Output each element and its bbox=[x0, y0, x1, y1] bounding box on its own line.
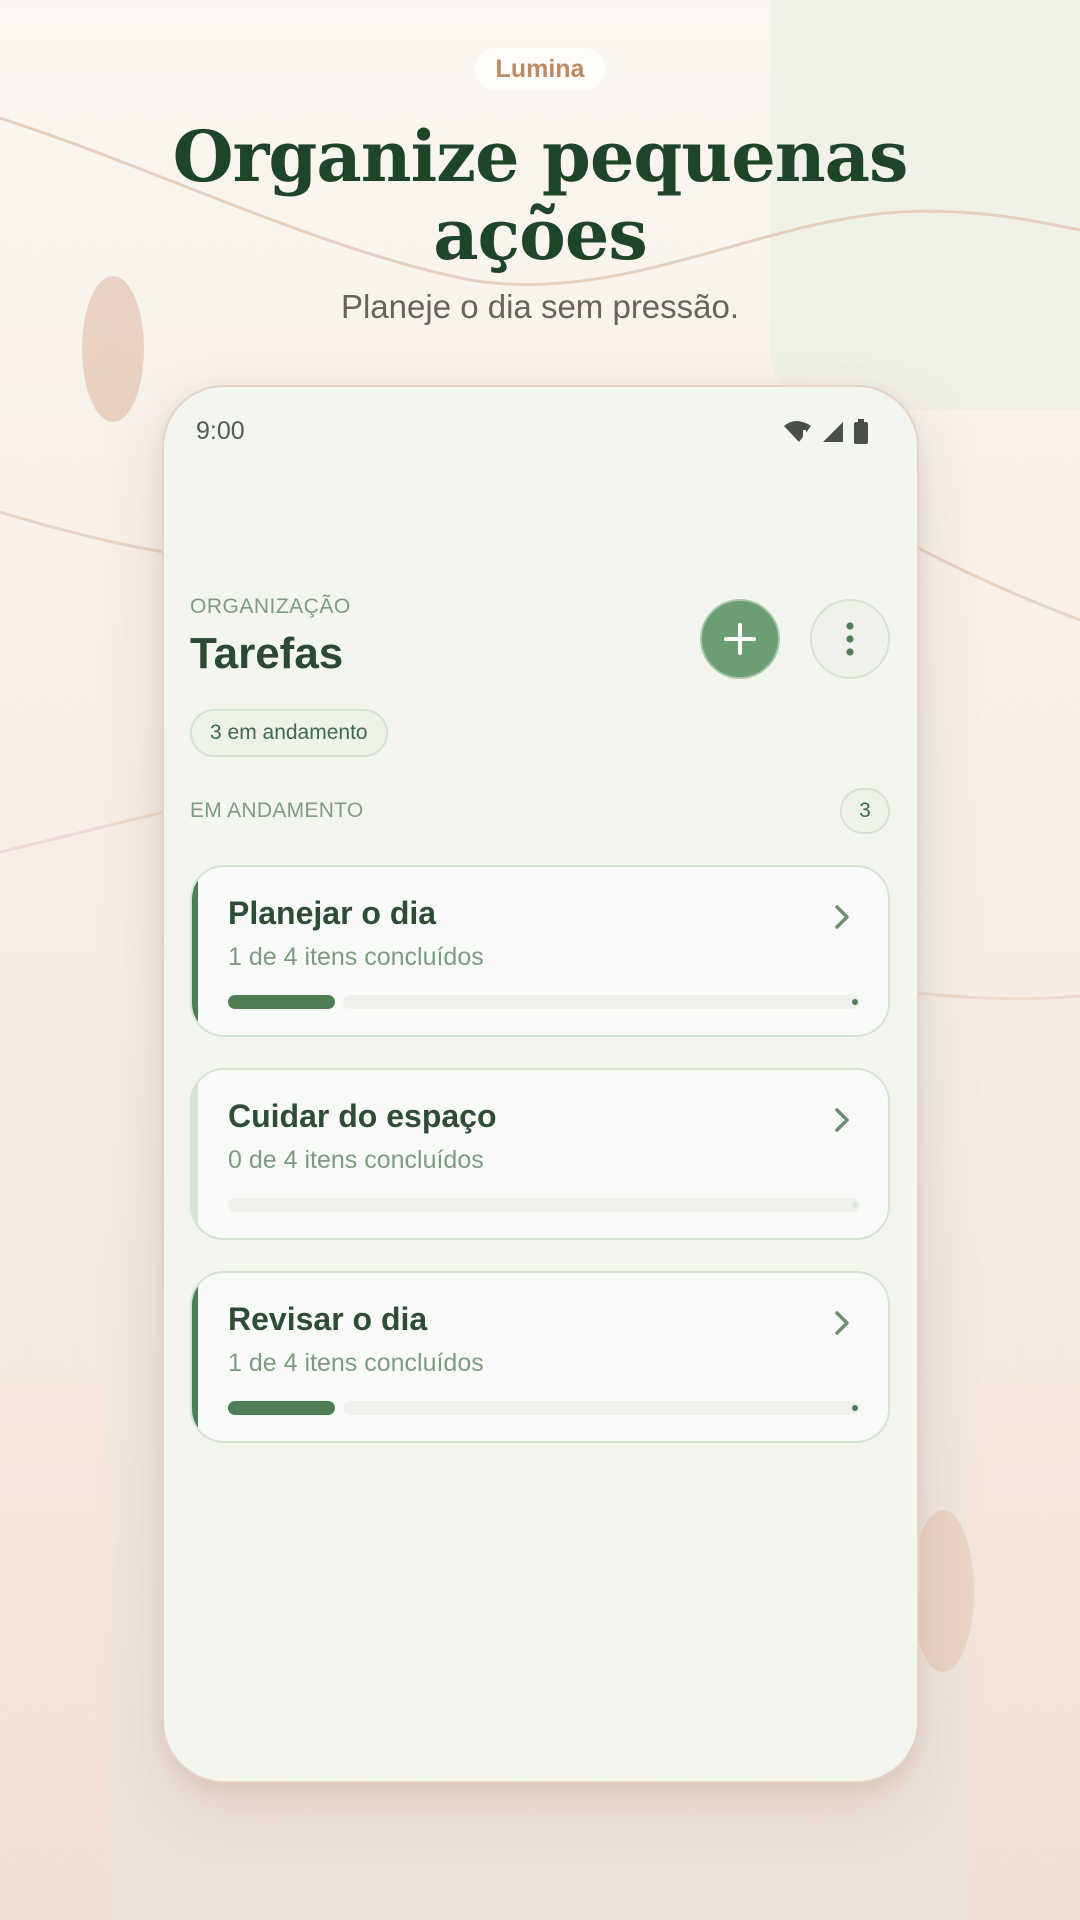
task-accent bbox=[192, 1070, 198, 1238]
task-title: Cuidar do espaço bbox=[228, 1098, 497, 1134]
status-time: 9:00 bbox=[196, 417, 245, 445]
more-vertical-icon bbox=[846, 622, 854, 656]
task-subtitle: 0 de 4 itens concluídos bbox=[228, 1146, 484, 1174]
brand-badge: Lumina bbox=[475, 48, 605, 90]
task-progress-bar bbox=[228, 995, 860, 1009]
task-title: Planejar o dia bbox=[228, 895, 437, 931]
group-count-badge: 3 bbox=[840, 788, 890, 834]
progress-end-dot bbox=[852, 1405, 858, 1411]
plus-icon bbox=[724, 623, 756, 655]
wifi-alert-icon bbox=[784, 421, 811, 442]
task-subtitle: 1 de 4 itens concluídos bbox=[228, 943, 484, 971]
status-icons bbox=[783, 419, 869, 445]
progress-track bbox=[343, 995, 860, 1009]
add-task-button[interactable] bbox=[700, 599, 780, 679]
task-accent bbox=[192, 1273, 198, 1441]
section-eyebrow: ORGANIZAÇÃO bbox=[190, 595, 351, 618]
chevron-right-icon bbox=[835, 905, 849, 929]
task-card[interactable]: Cuidar do espaço 0 de 4 itens concluídos bbox=[190, 1068, 890, 1240]
page-title: Tarefas bbox=[190, 629, 344, 678]
hero-subtitle: Planeje o dia sem pressão. bbox=[340, 288, 740, 325]
task-card[interactable]: Revisar o dia 1 de 4 itens concluídos bbox=[190, 1271, 890, 1443]
battery-icon bbox=[854, 419, 868, 444]
signal-icon bbox=[823, 422, 843, 442]
task-progress-bar bbox=[228, 1401, 860, 1415]
progress-end-dot bbox=[852, 999, 858, 1005]
progress-track bbox=[343, 1401, 860, 1415]
status-chip-label: 3 em andamento bbox=[210, 721, 368, 744]
status-chip[interactable]: 3 em andamento bbox=[190, 709, 388, 757]
phone-frame: 9:00 ORGANIZAÇÃO Tarefas 3 em andamento … bbox=[162, 385, 919, 1783]
progress-fill bbox=[228, 1401, 335, 1415]
task-title: Revisar o dia bbox=[228, 1301, 428, 1337]
decorative-blob bbox=[912, 1510, 974, 1672]
group-count: 3 bbox=[859, 799, 871, 822]
chevron-right-icon bbox=[835, 1311, 849, 1335]
brand-name: Lumina bbox=[495, 54, 585, 83]
chevron-right-icon bbox=[835, 1108, 849, 1132]
progress-fill bbox=[228, 995, 335, 1009]
task-progress-bar bbox=[228, 1198, 860, 1212]
task-subtitle: 1 de 4 itens concluídos bbox=[228, 1349, 484, 1377]
task-card[interactable]: Planejar o dia 1 de 4 itens concluídos bbox=[190, 865, 890, 1037]
group-header: EM ANDAMENTO bbox=[190, 799, 364, 822]
task-accent bbox=[192, 867, 198, 1035]
progress-track bbox=[228, 1198, 860, 1212]
hero-title: Organize pequenas ações bbox=[172, 115, 909, 276]
progress-end-dot bbox=[852, 1202, 858, 1208]
more-options-button[interactable] bbox=[810, 599, 890, 679]
